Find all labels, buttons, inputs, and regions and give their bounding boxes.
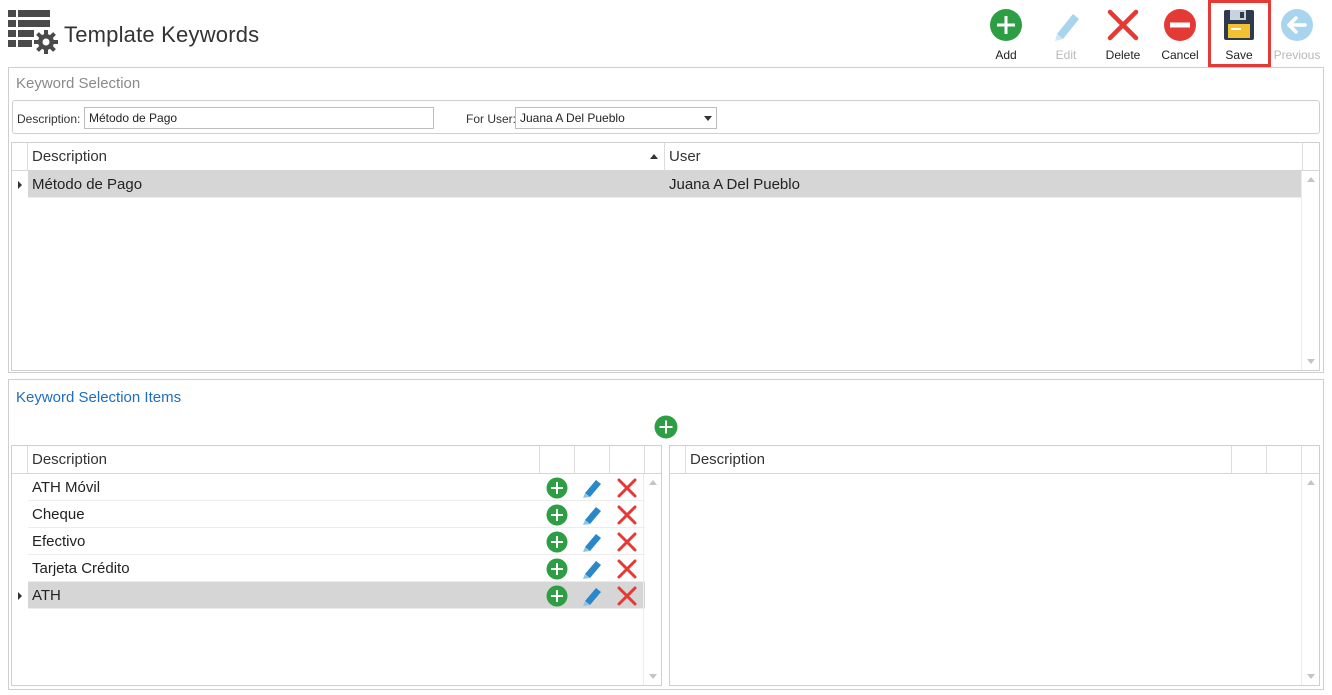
keyword-selection-title: Keyword Selection bbox=[16, 75, 141, 92]
row-indicator-header bbox=[670, 446, 686, 474]
edit-row-icon[interactable] bbox=[581, 585, 603, 607]
row-indicator-header bbox=[12, 446, 28, 474]
save-highlight-box bbox=[1208, 0, 1271, 67]
table-row[interactable]: Método de Pago Juana A Del Pueblo bbox=[28, 171, 1302, 198]
for-user-select-value: Juana A Del Pueblo bbox=[520, 111, 625, 125]
item-description: ATH bbox=[32, 587, 61, 604]
add-row-icon[interactable] bbox=[546, 531, 568, 553]
column-header-delete bbox=[1267, 446, 1302, 474]
keyword-items-title: Keyword Selection Items bbox=[16, 389, 182, 406]
grid-header: Description User bbox=[12, 143, 1319, 171]
scroll-up-icon[interactable] bbox=[1307, 177, 1315, 182]
grid-header: Description bbox=[670, 446, 1319, 474]
add-button[interactable]: Add bbox=[981, 6, 1031, 62]
column-header-edit bbox=[575, 446, 610, 474]
scroll-up-icon[interactable] bbox=[1307, 480, 1315, 485]
for-user-select[interactable]: Juana A Del Pueblo bbox=[515, 107, 717, 129]
item-description: ATH Móvil bbox=[32, 479, 101, 496]
add-button-label: Add bbox=[995, 48, 1017, 62]
scroll-down-icon[interactable] bbox=[1307, 674, 1315, 679]
delete-row-icon[interactable] bbox=[616, 585, 638, 607]
row-user: Juana A Del Pueblo bbox=[669, 176, 800, 193]
chevron-down-icon bbox=[704, 116, 712, 121]
keyword-subitems-grid: Description bbox=[669, 445, 1320, 686]
item-description: Tarjeta Crédito bbox=[32, 560, 130, 577]
row-indicator-header bbox=[12, 143, 28, 171]
edit-row-icon[interactable] bbox=[581, 477, 603, 499]
edit-row-icon[interactable] bbox=[581, 531, 603, 553]
page-title: Template Keywords bbox=[64, 22, 260, 47]
app-grid-settings-icon bbox=[8, 10, 60, 56]
add-row-icon[interactable] bbox=[546, 585, 568, 607]
list-item[interactable]: ATH bbox=[28, 582, 645, 609]
add-row-icon[interactable] bbox=[546, 504, 568, 526]
column-header-delete bbox=[610, 446, 645, 474]
edit-button[interactable]: Edit bbox=[1041, 6, 1091, 62]
cancel-button-label: Cancel bbox=[1161, 48, 1199, 62]
list-item[interactable]: ATH Móvil bbox=[28, 474, 645, 501]
delete-row-icon[interactable] bbox=[616, 531, 638, 553]
keyword-items-grid: Description ATH Móvil Cheque Efectivo Tarje… bbox=[11, 445, 662, 686]
delete-button-label: Delete bbox=[1105, 48, 1141, 62]
arrow-left-circle-icon bbox=[1281, 9, 1313, 41]
add-circle-icon bbox=[654, 415, 678, 439]
add-row-icon[interactable] bbox=[546, 558, 568, 580]
vertical-scrollbar[interactable] bbox=[643, 474, 661, 685]
vertical-scrollbar[interactable] bbox=[1301, 171, 1319, 370]
delete-button[interactable]: Delete bbox=[1098, 6, 1148, 62]
column-header-add bbox=[540, 446, 575, 474]
sort-ascending-icon bbox=[650, 154, 658, 159]
grid-header: Description bbox=[12, 446, 661, 474]
for-user-label: For User: bbox=[466, 112, 517, 126]
list-item[interactable]: Tarjeta Crédito bbox=[28, 555, 645, 582]
add-row-icon[interactable] bbox=[546, 477, 568, 499]
close-x-icon bbox=[1107, 9, 1139, 41]
list-item[interactable]: Efectivo bbox=[28, 528, 645, 555]
edit-row-icon[interactable] bbox=[581, 504, 603, 526]
no-entry-icon bbox=[1164, 9, 1196, 41]
previous-button-label: Previous bbox=[1273, 48, 1321, 62]
column-header-edit bbox=[1232, 446, 1267, 474]
column-header-description[interactable]: Description bbox=[28, 143, 665, 171]
add-item-button[interactable] bbox=[654, 415, 678, 439]
list-item[interactable]: Cheque bbox=[28, 501, 645, 528]
edit-button-label: Edit bbox=[1055, 48, 1077, 62]
scroll-down-icon[interactable] bbox=[649, 674, 657, 679]
cancel-button[interactable]: Cancel bbox=[1155, 6, 1205, 62]
scroll-down-icon[interactable] bbox=[1307, 359, 1315, 364]
delete-row-icon[interactable] bbox=[616, 477, 638, 499]
delete-row-icon[interactable] bbox=[616, 504, 638, 526]
description-filter-input[interactable]: Método de Pago bbox=[84, 107, 434, 129]
delete-row-icon[interactable] bbox=[616, 558, 638, 580]
row-description: Método de Pago bbox=[32, 176, 143, 193]
edit-row-icon[interactable] bbox=[581, 558, 603, 580]
column-header-user[interactable]: User bbox=[665, 143, 1303, 171]
vertical-scrollbar[interactable] bbox=[1301, 474, 1319, 685]
item-description: Cheque bbox=[32, 506, 85, 523]
column-header-description[interactable]: Description bbox=[28, 446, 540, 474]
add-circle-icon bbox=[990, 9, 1022, 41]
row-pointer-icon bbox=[18, 181, 22, 189]
description-filter-label: Description: bbox=[17, 112, 81, 126]
pencil-icon bbox=[1055, 14, 1079, 41]
scroll-up-icon[interactable] bbox=[649, 480, 657, 485]
keyword-selection-grid: Description User Método de Pago Juana A … bbox=[11, 142, 1320, 371]
column-header-description[interactable]: Description bbox=[686, 446, 1232, 474]
previous-button[interactable]: Previous bbox=[1272, 6, 1322, 62]
item-description: Efectivo bbox=[32, 533, 86, 550]
row-pointer-icon bbox=[18, 592, 22, 600]
